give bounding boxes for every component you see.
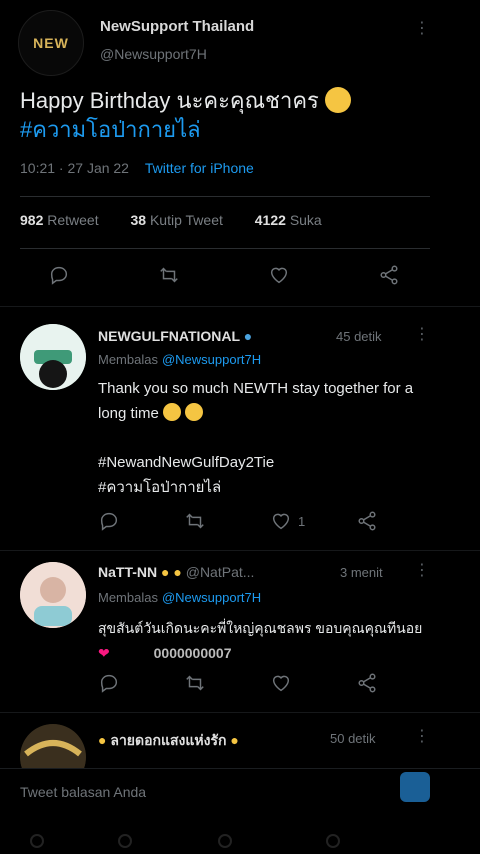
smile-emoji-icon xyxy=(184,403,203,421)
reply-hashtag[interactable]: #ความโอป่ากายไล่ xyxy=(98,475,428,500)
quotes-stat[interactable]: 38 Kutip Tweet xyxy=(131,212,237,228)
reply-avatar[interactable] xyxy=(20,562,86,628)
tweet-hashtag[interactable]: #ความโอป่ากายไล่ xyxy=(20,117,201,142)
like-button[interactable]: 1 xyxy=(270,510,305,532)
retweet-button[interactable] xyxy=(184,510,206,532)
tweet-meta: 10:21 · 27 Jan 22 Twitter for iPhone xyxy=(20,160,254,176)
laughing-emoji-icon xyxy=(162,403,181,421)
divider xyxy=(0,550,480,551)
system-nav-bar xyxy=(0,826,480,854)
reply-author[interactable]: NaTT-NN ● ● @NatPat... xyxy=(98,564,254,580)
likes-stat[interactable]: 4122 Suka xyxy=(255,212,336,228)
reply-text: Thank you so much NEWTH stay together fo… xyxy=(98,380,414,422)
replying-to: Membalas @Newsupport7H xyxy=(98,352,262,367)
retweet-button[interactable] xyxy=(158,264,180,286)
reply-item[interactable]: ● ลายดอกแสงแห่งรัก ● 50 detik ⋮ xyxy=(0,718,480,768)
divider xyxy=(0,712,480,713)
retweets-stat[interactable]: 982 Retweet xyxy=(20,212,113,228)
divider xyxy=(20,248,430,249)
more-options-icon[interactable]: ⋮ xyxy=(414,324,430,344)
nav-home-icon[interactable] xyxy=(118,834,132,848)
nav-recents-icon[interactable] xyxy=(218,834,232,848)
tweet-time: 10:21 · 27 Jan 22 xyxy=(20,160,129,176)
reply-author[interactable]: ● ลายดอกแสงแห่งรัก ● xyxy=(98,730,239,752)
retweet-icon xyxy=(160,267,178,283)
share-icon xyxy=(358,673,376,693)
share-button[interactable] xyxy=(378,264,400,286)
reply-button[interactable] xyxy=(98,672,120,694)
reply-hashtag[interactable]: #NewandNewGulfDay2Tie xyxy=(98,450,428,475)
heart-icon xyxy=(270,267,288,284)
red-heart-icon: ❤ xyxy=(98,645,110,661)
reply-hashtags: #NewandNewGulfDay2Tie #ความโอป่ากายไล่ xyxy=(98,450,428,500)
share-icon xyxy=(358,511,376,531)
replying-to-handle[interactable]: @Newsupport7H xyxy=(162,590,261,605)
bulb-emoji-icon: ● xyxy=(230,732,239,748)
reply-button[interactable] xyxy=(48,264,70,286)
like-count: 1 xyxy=(298,513,306,529)
nav-menu-icon[interactable] xyxy=(326,834,340,848)
star-emoji-icon: ● xyxy=(98,732,107,748)
more-options-icon[interactable]: ⋮ xyxy=(414,18,430,38)
reply-avatar[interactable] xyxy=(20,324,86,390)
retweet-icon xyxy=(186,675,204,691)
account-handle[interactable]: @Newsupport7H xyxy=(100,46,207,62)
reply-time: 50 detik xyxy=(330,731,376,746)
tweet-actions xyxy=(0,264,480,298)
reply-avatar[interactable] xyxy=(20,724,86,768)
reply-text: สุขสันต์วันเกิดนะคะพี่ใหญ่คุณชลพร ขอบคุณ… xyxy=(98,620,423,661)
heart-icon xyxy=(272,513,290,530)
star-emoji-icon: ● xyxy=(161,564,170,580)
divider xyxy=(20,196,430,197)
tweet-source[interactable]: Twitter for iPhone xyxy=(145,160,254,176)
replying-to-handle[interactable]: @Newsupport7H xyxy=(162,352,261,367)
share-button[interactable] xyxy=(356,510,378,532)
retweet-icon xyxy=(186,513,204,529)
account-logo: NEW xyxy=(33,35,69,51)
tweet-body: Happy Birthday นะคะคุณชาคร xyxy=(20,88,319,113)
account-name[interactable]: NewSupport Thailand xyxy=(100,18,254,35)
birthday-emoji-icon xyxy=(324,87,351,113)
like-button[interactable] xyxy=(270,672,292,694)
reply-icon xyxy=(50,266,68,285)
tweet-header: NEW NewSupport Thailand @Newsupport7H ⋮ xyxy=(0,0,480,80)
retweet-button[interactable] xyxy=(184,672,206,694)
overlay-text: 0000000007 xyxy=(153,645,232,661)
compose-button[interactable] xyxy=(400,772,430,802)
reply-input[interactable] xyxy=(20,779,380,805)
divider xyxy=(0,306,480,307)
reply-actions xyxy=(0,672,480,706)
tweet-stats: 982 Retweet 38 Kutip Tweet 4122 Suka xyxy=(20,212,350,228)
reply-handle: @NatPat... xyxy=(185,564,255,580)
reply-author[interactable]: NEWGULFNATIONAL ● xyxy=(98,328,252,344)
reply-actions: 1 xyxy=(0,510,480,544)
reply-icon xyxy=(100,512,118,531)
reply-time: 45 detik xyxy=(336,329,382,344)
more-options-icon[interactable]: ⋮ xyxy=(414,726,430,746)
more-options-icon[interactable]: ⋮ xyxy=(414,560,430,580)
globe-emoji-icon: ● xyxy=(243,328,253,344)
like-button[interactable] xyxy=(268,264,290,286)
share-icon xyxy=(380,265,398,285)
share-button[interactable] xyxy=(356,672,378,694)
bulb-emoji-icon: ● xyxy=(173,564,182,580)
heart-icon xyxy=(272,675,290,692)
nav-back-icon[interactable] xyxy=(30,834,44,848)
reply-icon xyxy=(100,674,118,693)
replying-to: Membalas @Newsupport7H xyxy=(98,590,262,605)
reply-time: 3 menit xyxy=(340,565,383,580)
account-avatar[interactable]: NEW xyxy=(18,10,84,76)
reply-button[interactable] xyxy=(98,510,120,532)
tweet-text: Happy Birthday นะคะคุณชาคร #ความโอป่ากาย… xyxy=(20,86,460,144)
